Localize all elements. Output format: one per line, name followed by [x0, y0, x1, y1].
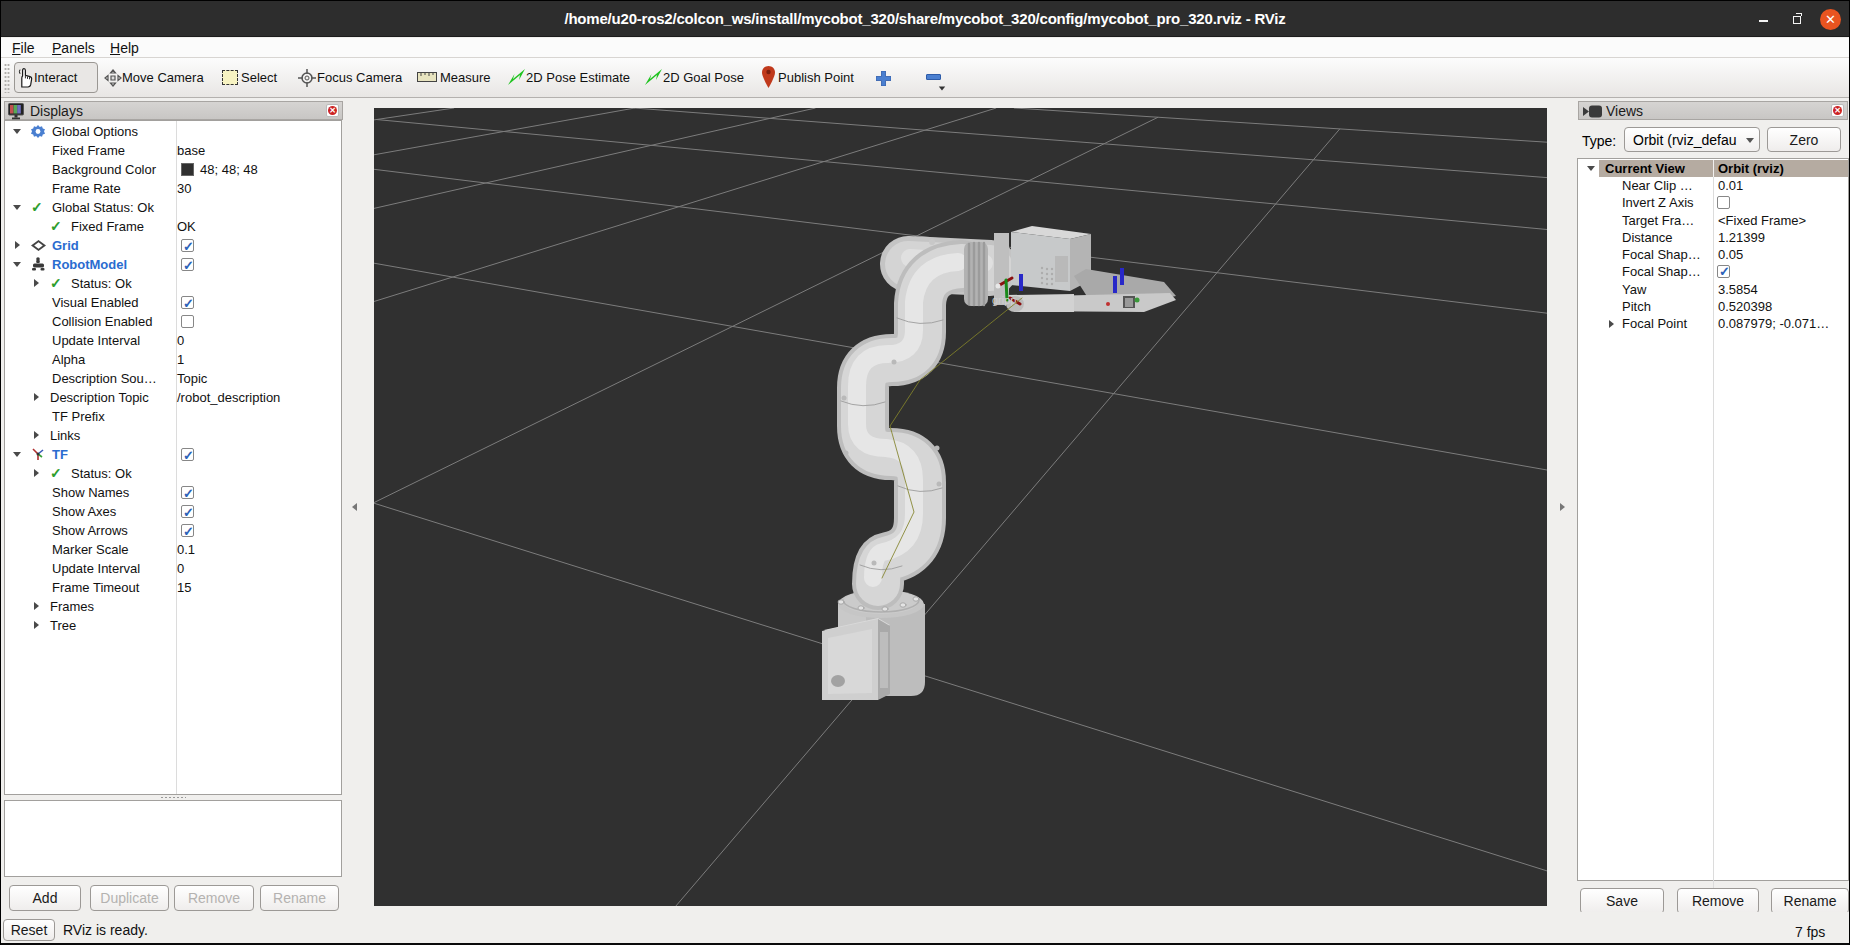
svg-text:gripp: gripp — [992, 294, 1016, 306]
